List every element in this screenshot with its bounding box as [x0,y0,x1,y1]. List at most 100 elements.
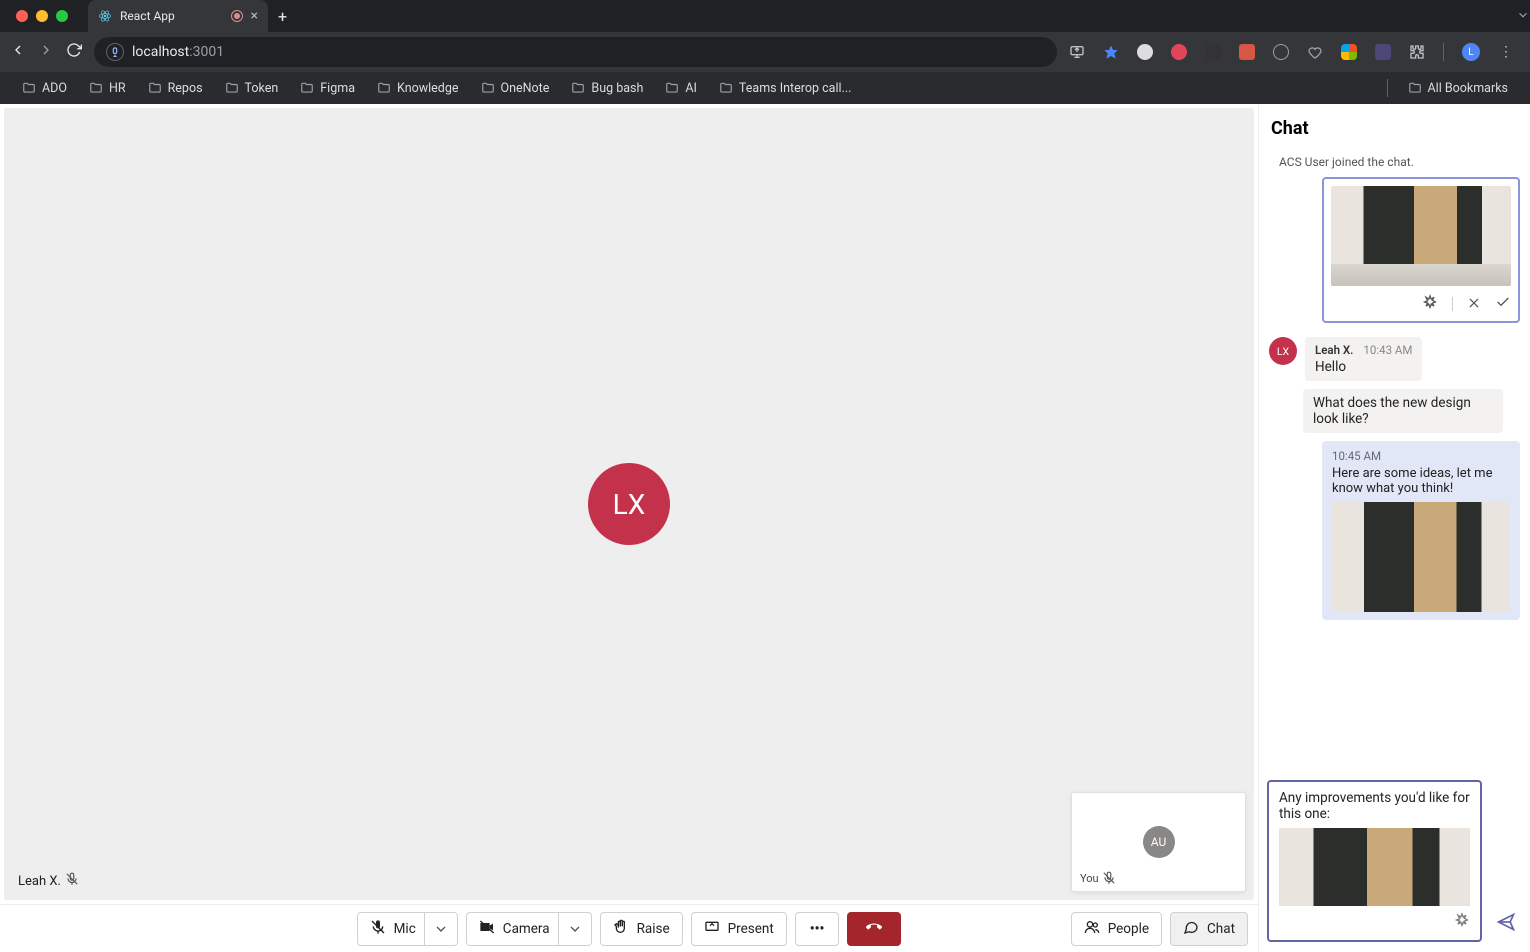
participant-name-overlay: Leah X. [18,872,79,890]
extension-icon[interactable] [1171,44,1187,60]
new-tab-button[interactable]: + [268,7,297,26]
leah-avatar: LX [1269,337,1297,365]
kitchen-image [1331,186,1511,286]
tab-strip: React App × + [0,0,1530,32]
extensions-puzzle-icon[interactable] [1409,44,1425,60]
site-info-icon[interactable] [106,43,124,61]
attachment-card[interactable] [1322,177,1520,323]
self-avatar: AU [1143,826,1175,858]
back-button[interactable] [10,42,26,62]
chat-message-in: LX Leah X. 10:43 AM Hello [1267,333,1522,385]
close-window-icon[interactable] [16,10,28,22]
window-controls [8,10,76,22]
extension-icon[interactable] [1341,44,1357,60]
hand-icon [613,919,629,939]
message-text: Here are some ideas, let me know what yo… [1332,466,1510,496]
address-bar: localhost:3001 L ⋮ [0,32,1530,72]
mic-muted-icon [65,872,79,890]
mic-off-icon [370,919,386,939]
bookmark-folder[interactable]: OneNote [473,77,558,100]
extension-icon[interactable] [1239,44,1255,60]
chat-title: Chat [1259,104,1530,145]
bookmark-folder[interactable]: AI [657,77,705,100]
bookmark-star-icon[interactable] [1103,44,1119,60]
screen-share-icon[interactable] [1069,44,1085,60]
message-text: Hello [1315,359,1412,375]
composer-effects-icon[interactable] [1454,912,1470,932]
people-button[interactable]: People [1071,912,1162,946]
toolbar-actions: L ⋮ [1069,43,1520,61]
minimize-window-icon[interactable] [36,10,48,22]
kebab-menu-icon[interactable]: ⋮ [1498,44,1514,60]
browser-tab[interactable]: React App × [88,0,268,32]
react-icon [98,9,112,23]
reload-button[interactable] [66,42,82,62]
self-view-pip[interactable]: AU You [1071,792,1246,892]
bookmark-folder[interactable]: HR [81,77,134,100]
profile-avatar[interactable]: L [1462,43,1480,61]
chat-scroll[interactable]: ACS User joined the chat. LX Leah X. 10:4… [1267,145,1522,772]
bookmark-folder[interactable]: Repos [140,77,211,100]
tab-search-icon[interactable] [1502,7,1530,26]
more-button[interactable]: ••• [795,912,840,946]
maximize-window-icon[interactable] [56,10,68,22]
timestamp: 10:45 AM [1332,449,1510,463]
composer-attachment-image[interactable] [1279,828,1470,906]
raise-hand-button[interactable]: Raise [600,912,683,946]
present-button[interactable]: Present [691,912,787,946]
message-text: What does the new design look like? [1303,389,1503,433]
app-root: LX Leah X. AU You Mic [0,104,1530,952]
more-icon: ••• [810,921,825,937]
extension-icon[interactable] [1205,44,1221,60]
url-input[interactable]: localhost:3001 [94,37,1057,67]
message-composer[interactable]: Any improvements you'd like for this one… [1267,780,1482,942]
bookmark-folder[interactable]: Teams Interop call... [711,77,860,100]
hangup-button[interactable] [847,912,901,946]
url-port: :3001 [189,44,224,60]
camera-dropdown[interactable] [558,913,591,945]
accept-attachment-icon[interactable] [1495,294,1511,314]
video-column: LX Leah X. AU You Mic [0,104,1258,952]
chat-panel: Chat ACS User joined the chat. LX [1258,104,1530,952]
bookmark-folder[interactable]: Bug bash [563,77,651,100]
mic-button[interactable]: Mic [357,912,458,946]
all-bookmarks-button[interactable]: All Bookmarks [1400,77,1517,100]
present-icon [704,919,720,939]
composer-area: Any improvements you'd like for this one… [1259,772,1530,952]
chat-message-in: What does the new design look like? [1267,385,1522,437]
self-label: You [1080,871,1116,885]
forward-button[interactable] [38,42,54,62]
extension-icon[interactable] [1137,44,1153,60]
browser-chrome: React App × + localhost:3001 [0,0,1530,104]
video-stage: LX Leah X. AU You [4,108,1254,900]
call-toolbar: Mic Camera Raise Present ••• [0,904,1258,952]
kitchen-image[interactable] [1332,502,1510,612]
timestamp: 10:43 AM [1363,343,1412,357]
system-message: ACS User joined the chat. [1267,145,1522,173]
bookmarks-bar: ADO HR Repos Token Figma Knowledge OneNo… [0,72,1530,104]
chat-message-out: 10:45 AM Here are some ideas, let me kno… [1267,437,1522,624]
reject-attachment-icon[interactable] [1467,295,1481,314]
camera-button[interactable]: Camera [466,912,592,946]
sender-name: Leah X. [1315,343,1353,357]
chat-button[interactable]: Chat [1170,912,1248,946]
send-button[interactable] [1490,906,1522,942]
people-icon [1084,919,1100,939]
edit-attachment-icon[interactable] [1422,294,1438,314]
bookmark-folder[interactable]: Figma [292,77,363,100]
participant-avatar: LX [588,463,670,545]
extension-icon[interactable] [1273,44,1289,60]
composer-text[interactable]: Any improvements you'd like for this one… [1279,790,1470,822]
extension-icon[interactable] [1375,44,1391,60]
bookmark-folder[interactable]: Knowledge [369,77,467,100]
url-host: localhost [132,44,189,60]
tab-title: React App [120,9,175,23]
bookmark-folder[interactable]: Token [217,77,287,100]
camera-off-icon [479,919,495,939]
phone-icon [866,919,882,939]
mic-dropdown[interactable] [424,913,457,945]
close-tab-icon[interactable]: × [251,8,258,24]
bookmark-folder[interactable]: ADO [14,77,75,100]
extension-icon[interactable] [1307,44,1323,60]
recording-icon [231,10,243,22]
